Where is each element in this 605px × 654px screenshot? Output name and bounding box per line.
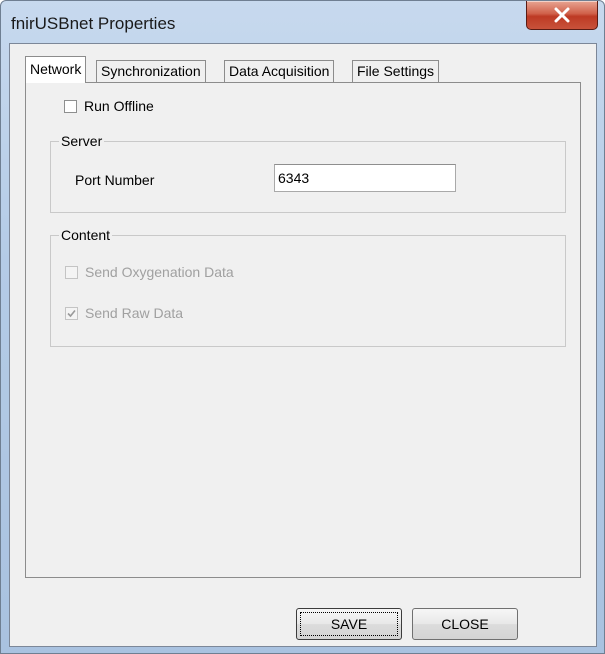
save-button[interactable]: SAVE <box>296 608 402 640</box>
send-oxygenation-checkbox[interactable] <box>65 265 78 279</box>
close-button-label: CLOSE <box>441 616 489 632</box>
tab-data-acquisition[interactable]: Data Acquisition <box>224 60 335 82</box>
send-raw-checkbox-row[interactable]: Send Raw Data <box>65 305 183 321</box>
content-group: Content Send Oxygenation Data Send Raw D… <box>50 227 566 347</box>
close-x-icon <box>554 7 570 23</box>
focus-rectangle <box>300 612 398 636</box>
run-offline-checkbox[interactable] <box>64 99 77 113</box>
server-group: Server Port Number <box>50 133 566 213</box>
port-number-input[interactable] <box>274 164 456 192</box>
close-button[interactable]: CLOSE <box>412 608 518 640</box>
send-oxygenation-checkbox-row[interactable]: Send Oxygenation Data <box>65 264 234 280</box>
port-number-label: Port Number <box>75 172 155 188</box>
check-icon <box>67 309 76 317</box>
tab-synchronization-label: Synchronization <box>101 63 201 79</box>
window-title: fnirUSBnet Properties <box>11 14 176 33</box>
send-raw-label: Send Raw Data <box>85 305 184 321</box>
content-group-title: Content <box>59 227 113 243</box>
tab-file-settings-label: File Settings <box>357 63 435 79</box>
tab-network[interactable]: Network <box>25 56 87 83</box>
tab-synchronization[interactable]: Synchronization <box>96 60 206 82</box>
network-tab-panel: Run Offline Server Port Number Content S… <box>25 82 581 578</box>
run-offline-checkbox-row[interactable]: Run Offline <box>64 98 154 114</box>
tab-data-acquisition-label: Data Acquisition <box>229 63 330 79</box>
title-bar[interactable]: fnirUSBnet Properties <box>1 1 604 41</box>
run-offline-label: Run Offline <box>84 98 154 114</box>
send-raw-checkbox[interactable] <box>65 306 78 320</box>
dialog-client-area: Network Synchronization Data Acquisition… <box>9 43 597 647</box>
close-window-button[interactable] <box>526 1 598 30</box>
send-oxygenation-label: Send Oxygenation Data <box>85 264 234 280</box>
tab-file-settings[interactable]: File Settings <box>352 60 440 82</box>
server-group-title: Server <box>59 133 105 149</box>
tab-network-label: Network <box>30 61 82 77</box>
dialog-window: fnirUSBnet Properties Network Synchroniz… <box>0 0 605 654</box>
